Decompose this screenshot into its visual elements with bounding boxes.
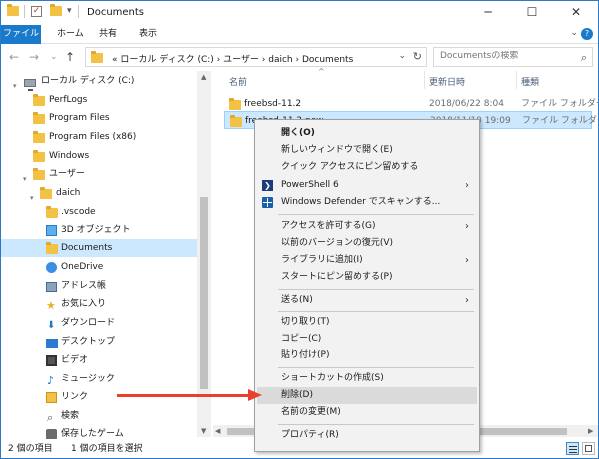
refresh-button[interactable]: ↻ (413, 50, 422, 63)
menu-item-open-new-window[interactable]: 新しいウィンドウで開く(E) (257, 142, 477, 159)
large-icons-view-button[interactable] (582, 442, 595, 455)
help-icon[interactable]: ? (581, 28, 593, 40)
sort-ascending-icon: ^ (318, 67, 325, 76)
nav-item-searches[interactable]: ⌕ 検索 (1, 407, 197, 425)
submenu-arrow-icon: › (465, 221, 469, 232)
nav-item-users[interactable]: ▾ ユーザー (1, 165, 197, 183)
nav-item-desktop[interactable]: デスクトップ (1, 333, 197, 351)
menu-separator (278, 367, 474, 368)
scroll-down-icon[interactable]: ▼ (201, 427, 206, 435)
recent-locations-button[interactable]: ⌄ (50, 52, 58, 62)
nav-item-videos[interactable]: ビデオ (1, 351, 197, 369)
breadcrumb[interactable]: « ローカル ディスク (C:) › ユーザー › daich › Docume… (112, 52, 353, 65)
ribbon-expand-icon[interactable]: ⌄ (570, 28, 578, 38)
menu-item-send-to[interactable]: 送る(N) › (257, 292, 477, 309)
menu-item-restore-versions[interactable]: 以前のバージョンの復元(V) (257, 235, 477, 252)
column-header-name[interactable]: 名前 (229, 75, 247, 88)
column-divider[interactable] (516, 71, 517, 89)
folder-icon (7, 4, 19, 17)
properties-checkbox-icon[interactable]: ✓ (31, 6, 43, 17)
address-bar[interactable]: « ローカル ディスク (C:) › ユーザー › daich › Docume… (85, 47, 427, 67)
menu-separator (278, 311, 474, 312)
scroll-up-icon[interactable]: ▲ (201, 73, 206, 81)
menu-separator (278, 214, 474, 215)
nav-item-onedrive[interactable]: OneDrive (1, 258, 197, 276)
tab-share[interactable]: 共有 (91, 25, 125, 44)
search-input[interactable] (440, 51, 570, 61)
details-view-button[interactable] (566, 442, 579, 455)
scrollbar-thumb[interactable] (200, 197, 208, 389)
scroll-left-icon[interactable]: ◀ (215, 427, 220, 435)
search-box: ⌕ (433, 47, 593, 67)
menu-item-defender-scan[interactable]: Windows Defender でスキャンする... (257, 194, 477, 211)
tab-view[interactable]: 表示 (131, 25, 165, 44)
nav-item-favorites[interactable]: ★ お気に入り (1, 295, 197, 313)
maximize-button[interactable]: ☐ (510, 1, 554, 25)
menu-item-pin-quick-access[interactable]: クイック アクセスにピン留めする (257, 159, 477, 176)
submenu-arrow-icon: › (465, 295, 469, 306)
menu-item-copy[interactable]: コピー(C) (257, 331, 477, 348)
separator (78, 5, 79, 18)
nav-item-daich[interactable]: ▾ daich (1, 184, 197, 202)
menu-separator (278, 424, 474, 425)
column-header-type[interactable]: 種類 (521, 75, 539, 88)
search-icon[interactable]: ⌕ (581, 51, 587, 65)
file-type: ファイル フォルダー (522, 116, 599, 126)
nav-item-contacts[interactable]: アドレス帳 (1, 277, 197, 295)
nav-item-program-files[interactable]: Program Files (1, 109, 197, 127)
close-button[interactable]: ✕ (554, 1, 598, 25)
menu-item-delete[interactable]: 削除(D) (257, 387, 477, 404)
menu-item-rename[interactable]: 名前の変更(M) (257, 404, 477, 421)
back-button[interactable]: ← (9, 50, 19, 64)
nav-item-documents[interactable]: Documents (1, 239, 197, 257)
nav-item-windows[interactable]: Windows (1, 147, 197, 165)
menu-item-open[interactable]: 開く(O) (257, 125, 477, 142)
tab-file[interactable]: ファイル (1, 25, 41, 44)
quick-access-dropdown-icon[interactable]: ▾ (67, 6, 72, 16)
scroll-right-icon[interactable]: ▶ (588, 427, 593, 435)
nav-item-perflogs[interactable]: PerfLogs (1, 91, 197, 109)
window-title: Documents (87, 7, 145, 18)
nav-item-downloads[interactable]: ⬇ ダウンロード (1, 314, 197, 332)
tab-home[interactable]: ホーム (49, 25, 92, 44)
annotation-arrow (117, 394, 251, 397)
submenu-arrow-icon: › (465, 255, 469, 266)
windows-defender-icon (262, 197, 273, 208)
menu-item-paste[interactable]: 貼り付け(P) (257, 347, 477, 364)
menu-item-include-library[interactable]: ライブラリに追加(I) › (257, 252, 477, 269)
title-bar[interactable]: ✓ ▾ Documents ─ ☐ ✕ (1, 1, 598, 25)
ribbon: ファイル ホーム 共有 表示 ⌄ ? (1, 25, 598, 44)
forward-button[interactable]: → (29, 50, 39, 64)
new-folder-icon[interactable] (50, 4, 62, 17)
column-header-modified[interactable]: 更新日時 (429, 75, 465, 88)
menu-item-powershell[interactable]: ❯ PowerShell 6 › (257, 177, 477, 194)
menu-item-pin-start[interactable]: スタートにピン留めする(P) (257, 269, 477, 286)
nav-item-music[interactable]: ♪ ミュージック (1, 370, 197, 388)
annotation-arrowhead (248, 389, 262, 401)
column-divider[interactable] (424, 71, 425, 89)
powershell-icon: ❯ (262, 180, 273, 191)
nav-item-3d-objects[interactable]: 3D オブジェクト (1, 221, 197, 239)
item-count: 2 個の項目 (8, 444, 53, 454)
nav-item-program-files-x86[interactable]: Program Files (x86) (1, 128, 197, 146)
separator (24, 5, 25, 18)
nav-item-vscode[interactable]: .vscode (1, 203, 197, 221)
folder-icon (91, 51, 103, 66)
selection-count: 1 個の項目を選択 (71, 444, 143, 454)
navigation-pane: ▾ ローカル ディスク (C:) PerfLogs Program Files … (1, 71, 211, 440)
menu-item-properties[interactable]: プロパティ(R) (257, 427, 477, 444)
nav-item-local-disk[interactable]: ▾ ローカル ディスク (C:) (1, 72, 197, 91)
menu-item-cut[interactable]: 切り取り(T) (257, 314, 477, 331)
submenu-arrow-icon: › (465, 180, 469, 191)
nav-item-links[interactable]: リンク (1, 388, 197, 406)
menu-item-create-shortcut[interactable]: ショートカットの作成(S) (257, 370, 477, 387)
menu-separator (278, 289, 474, 290)
folder-icon (230, 115, 242, 134)
up-button[interactable]: ↑ (65, 50, 75, 64)
chevron-down-icon[interactable]: ⌄ (398, 51, 406, 61)
minimize-button[interactable]: ─ (466, 1, 510, 25)
menu-item-give-access[interactable]: アクセスを許可する(G) › (257, 218, 477, 235)
